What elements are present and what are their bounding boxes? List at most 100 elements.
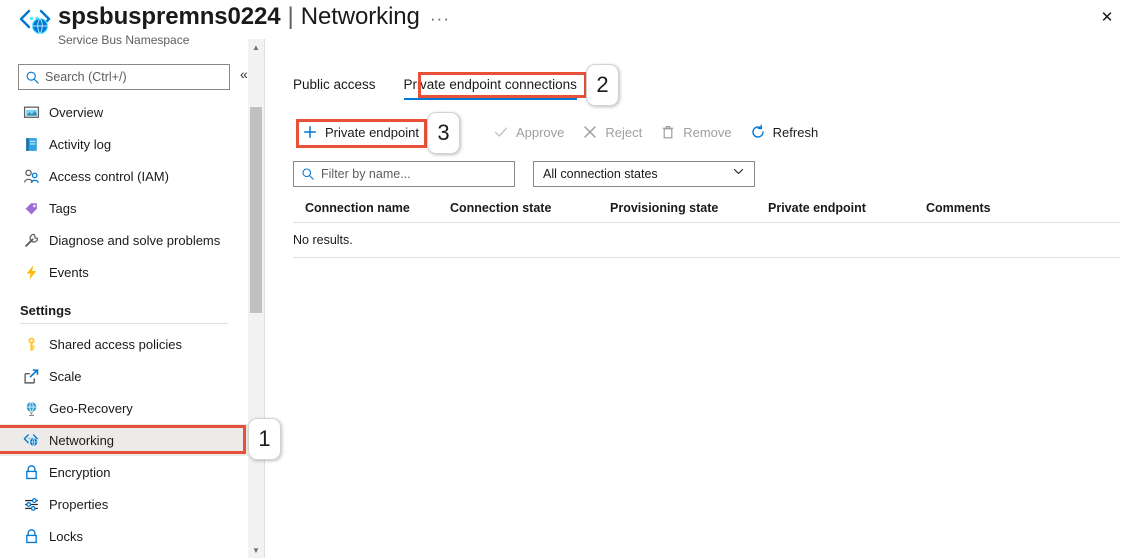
sidebar: Search (Ctrl+/) « Overview Activity log … [0, 56, 248, 558]
sidebar-item-label: Overview [49, 104, 104, 120]
sidebar-item-access-control[interactable]: Access control (IAM) [0, 160, 248, 192]
annotation-number: 3 [437, 120, 450, 145]
sidebar-item-diagnose[interactable]: Diagnose and solve problems [0, 224, 248, 256]
approve-command[interactable]: Approve [484, 116, 573, 148]
activity-log-icon [22, 135, 40, 153]
geo-recovery-icon [22, 399, 40, 417]
sidebar-item-label: Locks [49, 528, 83, 544]
command-label: Private endpoint [325, 124, 419, 140]
sidebar-item-label: Scale [49, 368, 82, 384]
filter-placeholder: Filter by name... [321, 167, 411, 181]
tab-active-underline [403, 98, 577, 100]
search-input[interactable]: Search (Ctrl+/) [18, 64, 230, 90]
tab-label: Public access [293, 77, 376, 92]
sidebar-item-label: Encryption [49, 464, 111, 480]
command-bar: Private endpoint Approve Reject Remove R… [293, 116, 827, 148]
column-header-connection-state[interactable]: Connection state [450, 201, 610, 215]
sidebar-search[interactable]: Search (Ctrl+/) [18, 64, 230, 90]
sidebar-item-label: Access control (IAM) [49, 168, 169, 184]
reject-command[interactable]: Reject [573, 116, 651, 148]
connection-state-select[interactable]: All connection states [533, 161, 755, 187]
sidebar-scrollbar[interactable]: ▲ ▼ [248, 39, 264, 558]
annotation-number: 1 [258, 426, 271, 451]
connections-table: Connection name Connection state Provisi… [293, 194, 1123, 258]
command-label: Approve [515, 124, 565, 140]
content-pane: Public access Private endpoint connectio… [265, 56, 1140, 558]
private-endpoint-command[interactable]: Private endpoint [293, 116, 428, 148]
column-header-private-endpoint[interactable]: Private endpoint [768, 201, 926, 215]
sidebar-item-label: Networking [49, 432, 115, 448]
refresh-icon [750, 124, 766, 140]
overview-icon [22, 103, 40, 121]
access-control-icon [22, 167, 40, 185]
blade-header: spsbuspremns0224 | Networking ··· Servic… [0, 0, 1140, 56]
properties-icon [22, 495, 40, 513]
sidebar-item-label: Events [49, 264, 89, 280]
filter-by-name-input[interactable]: Filter by name... [293, 161, 515, 187]
sidebar-item-overview[interactable]: Overview [0, 96, 248, 128]
lock-icon [22, 527, 40, 545]
sidebar-item-scale[interactable]: Scale [0, 360, 248, 392]
trash-icon [660, 124, 676, 140]
column-header-provisioning-state[interactable]: Provisioning state [610, 201, 768, 215]
table-empty-message: No results. [293, 233, 353, 247]
scroll-up-icon[interactable]: ▲ [248, 39, 264, 55]
tab-bar: Public access Private endpoint connectio… [293, 70, 605, 100]
page-title: spsbuspremns0224 | Networking [58, 0, 420, 34]
command-label: Remove [683, 124, 732, 140]
scale-icon [22, 367, 40, 385]
checkmark-icon [493, 124, 509, 140]
column-header-comments[interactable]: Comments [926, 201, 1076, 215]
tab-label: Private endpoint connections [403, 77, 577, 92]
sidebar-item-activity-log[interactable]: Activity log [0, 128, 248, 160]
sidebar-nav: Overview Activity log Access control (IA… [0, 96, 248, 552]
sidebar-item-label: Diagnose and solve problems [49, 232, 221, 248]
remove-command[interactable]: Remove [651, 116, 740, 148]
sidebar-item-label: Tags [49, 200, 77, 216]
command-label: Reject [605, 124, 643, 140]
annotation-badge-3: 3 [427, 112, 460, 154]
scrollbar-thumb[interactable] [250, 107, 262, 313]
sidebar-item-label: Shared access policies [49, 336, 182, 352]
table-header-row: Connection name Connection state Provisi… [293, 194, 1123, 222]
more-options-icon[interactable]: ··· [430, 9, 450, 29]
azure-portal-blade: spsbuspremns0224 | Networking ··· Servic… [0, 0, 1140, 558]
connection-state-value: All connection states [543, 167, 658, 181]
tags-icon [22, 199, 40, 217]
refresh-command[interactable]: Refresh [741, 116, 828, 148]
sidebar-item-networking[interactable]: Networking [0, 424, 248, 456]
collapse-chevrons-icon[interactable]: « [240, 66, 248, 82]
search-placeholder: Search (Ctrl+/) [45, 70, 127, 84]
sidebar-item-geo-recovery[interactable]: Geo-Recovery [0, 392, 248, 424]
sidebar-item-encryption[interactable]: Encryption [0, 456, 248, 488]
annotation-badge-2: 2 [586, 64, 619, 106]
blade-name: Networking [300, 3, 420, 30]
diagnose-icon [22, 231, 40, 249]
sidebar-group-settings: Settings [20, 303, 72, 318]
sidebar-divider [20, 323, 228, 324]
sidebar-item-locks[interactable]: Locks [0, 520, 248, 552]
lock-icon [22, 463, 40, 481]
key-icon [22, 335, 40, 353]
resource-type-subtitle: Service Bus Namespace [58, 33, 190, 47]
sidebar-item-properties[interactable]: Properties [0, 488, 248, 520]
scroll-down-icon[interactable]: ▼ [248, 542, 264, 558]
close-button[interactable]: ✕ [1094, 4, 1120, 30]
title-separator: | [287, 3, 294, 30]
search-icon [301, 167, 315, 181]
sidebar-item-events[interactable]: Events [0, 256, 248, 288]
annotation-badge-1: 1 [248, 418, 281, 460]
search-icon [25, 70, 40, 85]
filter-row: Filter by name... All connection states [293, 161, 755, 187]
cross-icon [582, 124, 598, 140]
sidebar-item-tags[interactable]: Tags [0, 192, 248, 224]
tab-private-endpoint-connections[interactable]: Private endpoint connections [403, 77, 577, 100]
events-icon [22, 263, 40, 281]
sidebar-item-label: Geo-Recovery [49, 400, 133, 416]
annotation-number: 2 [596, 72, 609, 97]
service-bus-networking-icon [16, 6, 54, 38]
column-header-connection-name[interactable]: Connection name [293, 201, 450, 215]
tab-public-access[interactable]: Public access [293, 77, 376, 100]
sidebar-item-shared-access-policies[interactable]: Shared access policies [0, 328, 248, 360]
sidebar-item-label: Properties [49, 496, 109, 512]
